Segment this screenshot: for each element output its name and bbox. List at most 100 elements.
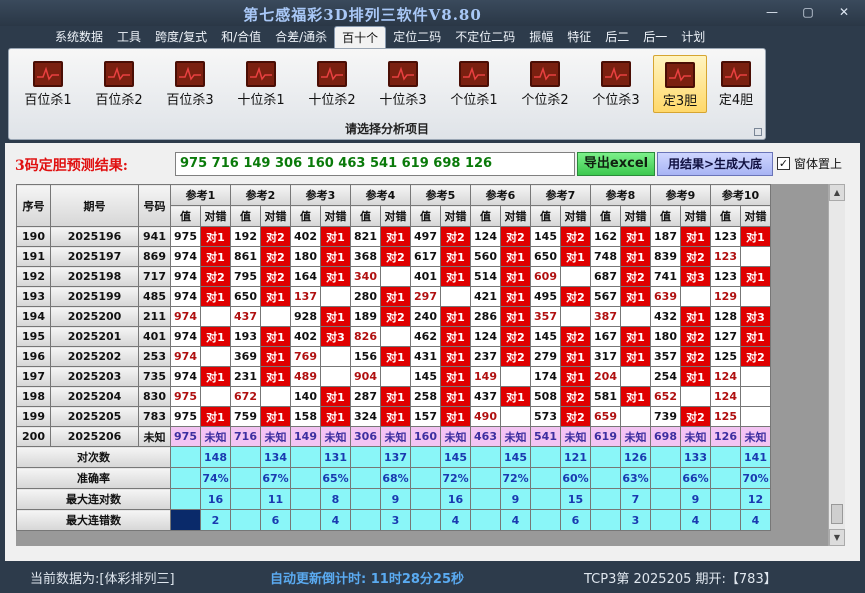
menu-item[interactable]: 定位二码 (386, 26, 448, 48)
value-cell: 974 (170, 266, 201, 287)
menu-item[interactable]: 跨度/复式 (148, 26, 214, 48)
table-row[interactable]: 199 2025205 783 975 对1 759 对1 158 对1 324 对1 157 对1 49… (16, 406, 771, 427)
close-button[interactable]: ✕ (833, 4, 855, 20)
menu-item[interactable]: 计划 (674, 26, 712, 48)
menu-item[interactable]: 系统数据 (48, 26, 110, 48)
ribbon-button[interactable]: 个位杀1 (443, 55, 505, 113)
stats-spacer (350, 467, 381, 489)
value-subheader: 值 (350, 205, 381, 227)
ribbon-button[interactable]: 十位杀1 (230, 55, 292, 113)
topmost-checkbox-group[interactable]: ✓ 窗体置上 (777, 155, 842, 172)
ribbon-button[interactable]: 个位杀3 (585, 55, 647, 113)
menu-item[interactable]: 百十个 (334, 26, 387, 48)
table-row[interactable]: 193 2025199 485 974 对1 650 对1 137 280 对1 297 421 对1 4… (16, 286, 771, 307)
value-cell: 279 (530, 346, 561, 367)
seq-cell: 200 (16, 426, 51, 447)
table-row[interactable]: 197 2025203 735 974 对1 231 对1 489 904 145 对1 149 174… (16, 366, 771, 387)
vertical-scrollbar[interactable]: ▲ ▼ (828, 184, 845, 546)
hit-cell: 对2 (260, 266, 291, 287)
stats-spacer (230, 509, 261, 531)
number-header: 号码 (138, 184, 171, 227)
value-cell: 180 (290, 246, 321, 267)
value-cell: 124 (470, 326, 501, 347)
data-grid[interactable]: 序号 期号 号码 参考1 参考2 参考3 参考4 参考5 参考6 参考7 参考8 参考9 参考10 值对错… (16, 184, 828, 546)
ribbon-button[interactable]: 十位杀3 (372, 55, 434, 113)
stats-spacer (350, 446, 381, 468)
scroll-thumb[interactable] (831, 504, 843, 524)
hit-cell: 对1 (380, 386, 411, 407)
menu-item[interactable]: 后二 (598, 26, 636, 48)
ribbon-button[interactable]: 百位杀1 (17, 55, 79, 113)
ribbon-button[interactable]: 百位杀3 (159, 55, 221, 113)
value-cell: 145 (410, 366, 441, 387)
value-cell: 368 (350, 246, 381, 267)
value-subheader: 值 (650, 205, 681, 227)
menu-item[interactable]: 振幅 (522, 26, 560, 48)
value-subheader: 值 (710, 205, 741, 227)
hit-cell: 未知 (380, 426, 411, 447)
result-field[interactable]: 975 716 149 306 160 463 541 619 698 126 (175, 152, 575, 176)
menu-item[interactable]: 工具 (110, 26, 148, 48)
hit-subheader: 对错 (260, 205, 291, 227)
value-cell: 619 (590, 426, 621, 447)
stats-value: 3 (380, 509, 411, 531)
stats-value: 4 (740, 509, 771, 531)
value-cell: 975 (170, 226, 201, 247)
table-row[interactable]: 192 2025198 717 974 对2 795 对2 164 对1 340 401 对1 514 对… (16, 266, 771, 287)
period-cell: 2025205 (50, 406, 139, 427)
topmost-checkbox[interactable]: ✓ (777, 157, 790, 170)
table-row[interactable]: 198 2025204 830 975 672 140 对1 287 对1 258 对1 437 对1 5… (16, 386, 771, 407)
table-row[interactable]: 191 2025197 869 974 对1 861 对2 180 对1 368 对2 617 对1 56… (16, 246, 771, 267)
table-row[interactable]: 190 2025196 941 975 对1 192 对2 402 对1 821 对1 497 对2 12… (16, 226, 771, 247)
stats-value: 74% (200, 467, 231, 489)
value-cell: 716 (230, 426, 261, 447)
stats-value: 12 (740, 488, 771, 510)
value-cell: 162 (590, 226, 621, 247)
menu-item[interactable]: 特征 (560, 26, 598, 48)
menu-item[interactable]: 合差/通杀 (268, 26, 334, 48)
ribbon-button[interactable]: 百位杀2 (88, 55, 150, 113)
prediction-row[interactable]: 200 2025206 未知 975 未知 716 未知 149 未知 306 未知 160 未知 463… (16, 426, 771, 447)
table-row[interactable]: 196 2025202 253 974 369 对1 769 156 对1 431 对1 237 对2 2… (16, 346, 771, 367)
ribbon-button[interactable]: 定3胆 (653, 55, 707, 113)
stats-value: 6 (260, 509, 291, 531)
value-cell: 975 (170, 406, 201, 427)
hit-cell (620, 406, 651, 427)
value-cell: 123 (710, 266, 741, 287)
ribbon-expand-icon[interactable] (754, 128, 762, 136)
table-row[interactable]: 195 2025201 401 974 对1 193 对1 402 对3 826 462 对1 124 对… (16, 326, 771, 347)
number-cell: 783 (138, 406, 171, 427)
menu-item[interactable]: 和/合值 (214, 26, 268, 48)
scroll-up-icon[interactable]: ▲ (829, 184, 845, 201)
ribbon-panel: 请选择分析项目 百位杀1 百位杀2 百位杀3 十位杀1 十位杀2 十位杀3 个位杀1 个位杀2… (8, 48, 766, 140)
value-cell: 137 (290, 286, 321, 307)
value-cell: 357 (530, 306, 561, 327)
hit-cell: 对1 (380, 406, 411, 427)
stats-value: 15 (560, 488, 591, 510)
generate-base-button[interactable]: 用结果>生成大底 (657, 152, 773, 176)
stats-value: 9 (500, 488, 531, 510)
stats-value: 72% (500, 467, 531, 489)
stats-spacer (350, 509, 381, 531)
menu-item[interactable]: 后一 (636, 26, 674, 48)
table-row[interactable]: 194 2025200 211 974 437 928 对1 189 对2 240 对1 286 对1 3… (16, 306, 771, 327)
hit-cell: 未知 (260, 426, 291, 447)
seq-cell: 192 (16, 266, 51, 287)
export-excel-button[interactable]: 导出excel (577, 152, 655, 176)
hit-cell (200, 346, 231, 367)
ribbon-button[interactable]: 十位杀2 (301, 55, 363, 113)
period-cell: 2025196 (50, 226, 139, 247)
chart-icon (246, 61, 276, 87)
ribbon-button[interactable]: 定4胆 (709, 55, 763, 113)
chart-icon (317, 61, 347, 87)
maximize-button[interactable]: ▢ (797, 4, 819, 20)
stats-spacer (470, 446, 501, 468)
scroll-down-icon[interactable]: ▼ (829, 529, 845, 546)
stats-spacer (710, 446, 741, 468)
menu-item[interactable]: 不定位二码 (448, 26, 522, 48)
minimize-button[interactable]: — (761, 4, 783, 20)
hit-cell (680, 286, 711, 307)
ribbon-button[interactable]: 个位杀2 (514, 55, 576, 113)
period-cell: 2025204 (50, 386, 139, 407)
stats-value: 60% (560, 467, 591, 489)
